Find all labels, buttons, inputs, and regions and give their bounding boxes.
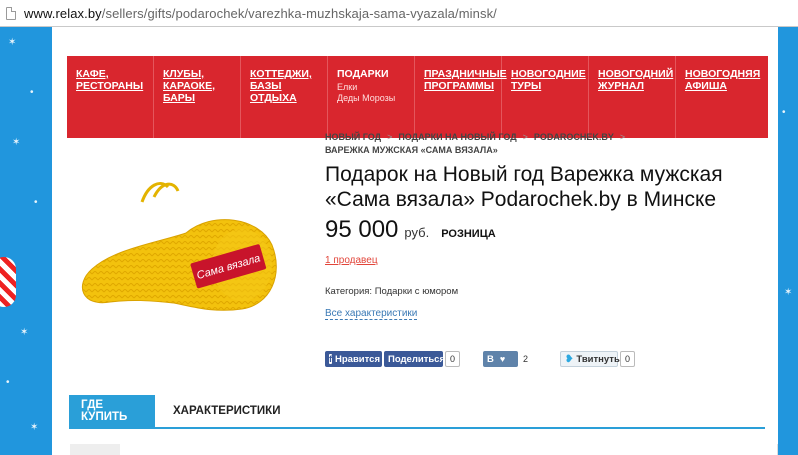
url-text[interactable]: www.relax.by/sellers/gifts/podarochek/va… <box>24 6 497 21</box>
address-bar[interactable]: www.relax.by/sellers/gifts/podarochek/va… <box>0 0 798 27</box>
price-type: РОЗНИЦА <box>441 228 496 240</box>
nav-item-gifts-sub[interactable]: Елки Деды Морозы <box>337 82 414 104</box>
snowflake-icon: ✶ <box>8 37 17 48</box>
vk-like-button[interactable]: В ♥ <box>483 351 518 367</box>
sellers-link[interactable]: 1 продавец <box>325 255 378 266</box>
price-amount: 95 000 <box>325 216 399 243</box>
price-block: 95 000 руб. РОЗНИЦА <box>325 216 496 244</box>
facebook-like-button[interactable]: f Нравится <box>325 351 382 367</box>
side-decoration-right: • ✶ <box>778 27 798 455</box>
product-tabs: ГДЕ КУПИТЬ ХАРАКТЕРИСТИКИ <box>69 395 765 429</box>
snowflake-icon: • <box>782 107 786 118</box>
heart-icon: ♥ <box>499 354 506 364</box>
page-content: КАФЕ, РЕСТОРАНЫ КЛУБЫ, КАРАОКЕ, БАРЫ КОТ… <box>52 27 778 455</box>
snowflake-icon: • <box>6 377 10 388</box>
content-placeholder <box>70 444 120 455</box>
facebook-icon: f <box>329 354 332 364</box>
main-nav: КАФЕ, РЕСТОРАНЫ КЛУБЫ, КАРАОКЕ, БАРЫ КОТ… <box>67 56 768 138</box>
product-title: Подарок на Новый год Варежка мужская «Са… <box>325 163 723 211</box>
candy-cane-icon <box>0 257 16 307</box>
breadcrumb-item[interactable]: НОВЫЙ ГОД <box>325 132 381 142</box>
breadcrumb-separator: > <box>387 132 393 142</box>
nav-item-cafe[interactable]: КАФЕ, РЕСТОРАНЫ <box>67 56 154 138</box>
vk-count: 2 <box>521 351 533 367</box>
tweet-button[interactable]: ❥ Твитнуть <box>560 351 620 367</box>
tweet-count: 0 <box>620 351 636 367</box>
nav-item-journal[interactable]: НОВОГОДНИЙ ЖУРНАЛ <box>589 56 676 138</box>
social-share-bar: f Нравится Поделиться 0 В ♥ 2 ❥ Твитнуть 0 <box>325 351 765 368</box>
price-currency: руб. <box>404 225 430 240</box>
snowflake-icon: • <box>30 87 34 98</box>
snowflake-icon: • <box>34 197 38 208</box>
nav-item-afisha[interactable]: НОВОГОДНЯЯ АФИША <box>676 56 766 138</box>
nav-item-tours[interactable]: НОВОГОДНИЕ ТУРЫ <box>502 56 589 138</box>
product-image: Сама вязала <box>81 182 277 311</box>
nav-item-clubs[interactable]: КЛУБЫ, КАРАОКЕ, БАРЫ <box>154 56 241 138</box>
side-decoration-left: ✶ • ✶ • ✶ • ✶ <box>0 27 52 455</box>
snowflake-icon: ✶ <box>12 137 21 148</box>
tab-where-to-buy[interactable]: ГДЕ КУПИТЬ <box>69 395 155 427</box>
nav-item-programs[interactable]: ПРАЗДНИЧНЫЕ ПРОГРАММЫ <box>415 56 507 138</box>
breadcrumb-separator: > <box>619 132 626 142</box>
divider <box>777 444 778 455</box>
facebook-share-button[interactable]: Поделиться <box>384 351 445 367</box>
facebook-count: 0 <box>445 351 461 367</box>
nav-item-gifts[interactable]: ПОДАРКИ Елки Деды Морозы <box>328 56 415 138</box>
snowflake-icon: ✶ <box>20 327 29 338</box>
twitter-bird-icon: ❥ <box>565 353 574 365</box>
page-icon <box>6 6 16 20</box>
nav-item-cottages[interactable]: КОТТЕДЖИ, БАЗЫ ОТДЫХА <box>241 56 328 138</box>
all-characteristics-link[interactable]: Все характеристики <box>325 308 418 320</box>
snowflake-icon: ✶ <box>30 422 39 433</box>
breadcrumb-separator: > <box>522 132 528 142</box>
breadcrumb-item[interactable]: PODAROCHEK.BY <box>534 132 614 142</box>
breadcrumb-item[interactable]: ПОДАРКИ НА НОВЫЙ ГОД <box>398 132 516 142</box>
snowflake-icon: ✶ <box>784 287 793 298</box>
category-text: Категория: Подарки с юмором <box>325 286 459 297</box>
tab-characteristics[interactable]: ХАРАКТЕРИСТИКИ <box>155 395 296 427</box>
breadcrumb: НОВЫЙ ГОД > ПОДАРКИ НА НОВЫЙ ГОД > PODAROCHE… <box>325 131 745 157</box>
breadcrumb-current: ВАРЕЖКА МУЖСКАЯ «САМА ВЯЗАЛА» <box>325 145 498 155</box>
